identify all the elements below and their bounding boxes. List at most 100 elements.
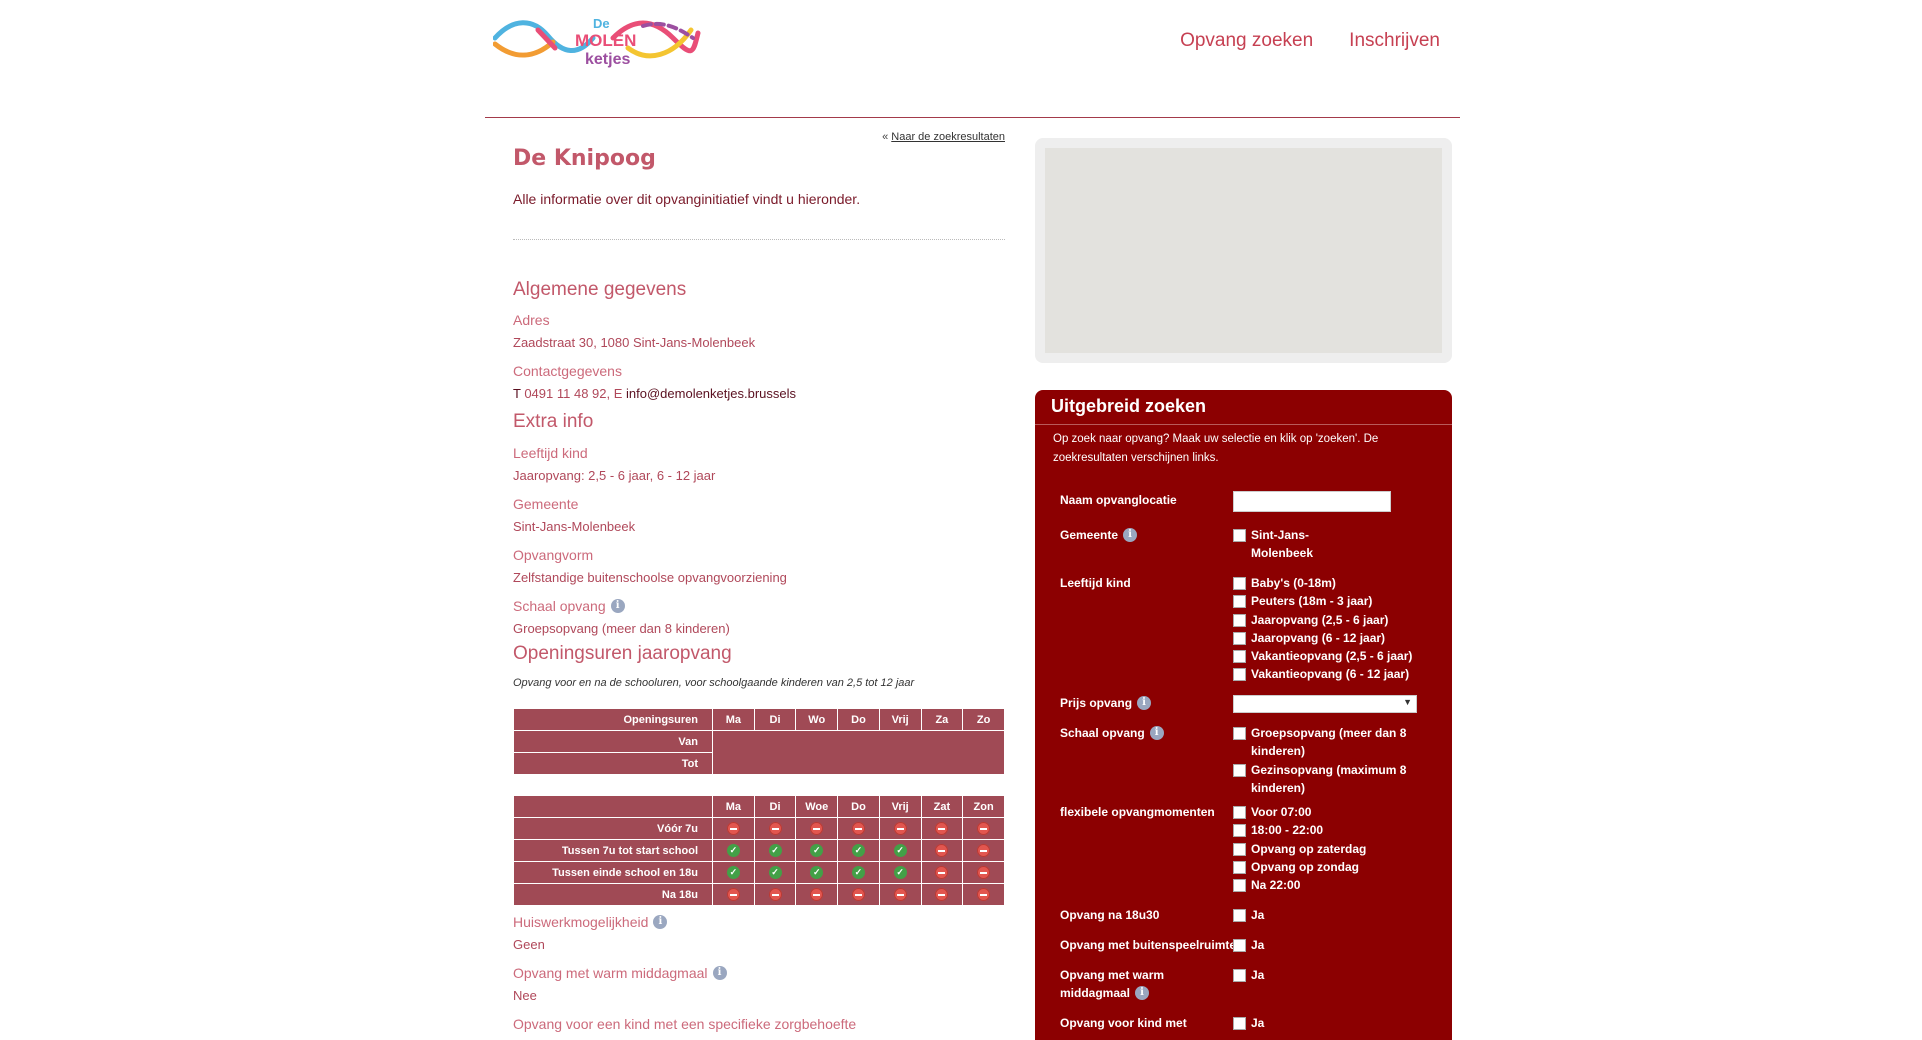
checkbox-warm-middagmaal-ja[interactable]: Ja — [1233, 966, 1264, 984]
status-cell: ✓ — [753, 839, 797, 862]
info-icon[interactable]: i — [1149, 726, 1164, 740]
svg-text:De: De — [593, 16, 610, 31]
checkbox[interactable] — [1233, 969, 1246, 982]
row-label: Tussen einde school en 18u — [513, 861, 713, 884]
label-contactgegevens: Contactgegevens — [513, 363, 622, 379]
checkbox-zondag[interactable]: Opvang op zondag — [1233, 858, 1433, 876]
status-cell — [837, 817, 880, 840]
checkbox[interactable] — [1233, 595, 1246, 609]
checkbox[interactable] — [1233, 1017, 1246, 1030]
info-icon[interactable]: i — [653, 915, 668, 929]
naam-opvanglocatie-input[interactable] — [1233, 491, 1391, 512]
label-zorgbehoefte: Opvang voor een kind met een specifieke … — [513, 1016, 857, 1032]
checkbox[interactable] — [1233, 763, 1246, 777]
checkbox[interactable] — [1233, 824, 1246, 838]
closed-icon — [893, 822, 907, 835]
closed-icon — [768, 888, 782, 901]
checkbox-zaterdag[interactable]: Opvang op zaterdag — [1233, 840, 1433, 858]
table-row: Tussen einde school en 18u ✓ ✓ ✓ ✓ ✓ — [513, 861, 1005, 884]
checkbox-gezinsopvang[interactable]: Gezinsopvang (maximum 8 kinderen) — [1233, 761, 1408, 798]
label-leeftijd-filter: Leeftijd kind — [1060, 576, 1131, 590]
nav-inschrijven[interactable]: Inschrijven — [1349, 30, 1440, 52]
closed-icon — [893, 888, 907, 901]
status-cell — [878, 817, 922, 840]
checkbox-vakantieopvang-2-6[interactable]: Vakantieopvang (2,5 - 6 jaar) — [1233, 647, 1433, 665]
table-row: Vóór 7u — [513, 817, 1005, 840]
info-icon[interactable]: i — [1135, 986, 1150, 1000]
back-to-results-link[interactable]: Naar de zoekresultaten — [891, 131, 1005, 143]
checkbox[interactable] — [1233, 842, 1246, 856]
search-panel-divider — [1035, 424, 1452, 425]
label-warm-middagmaal: Opvang met warm middagmaal i — [1060, 966, 1164, 1002]
contact-email-link[interactable]: info@demolenketjes.brussels — [626, 386, 796, 401]
checkbox-1800-2200[interactable]: 18:00 - 22:00 — [1233, 821, 1433, 839]
checkbox-na-18u30-ja[interactable]: Ja — [1233, 906, 1264, 924]
checkbox[interactable] — [1233, 879, 1246, 893]
closed-icon — [977, 822, 991, 835]
checkbox[interactable] — [1233, 909, 1246, 922]
checkbox-jaaropvang-2-6[interactable]: Jaaropvang (2,5 - 6 jaar) — [1233, 611, 1433, 629]
contact-t-label: T — [513, 386, 521, 401]
info-icon[interactable]: i — [1123, 528, 1138, 542]
svg-text:ketjes: ketjes — [585, 51, 630, 68]
info-icon[interactable]: i — [610, 599, 625, 613]
checkbox[interactable] — [1233, 577, 1246, 590]
checkbox[interactable] — [1233, 631, 1246, 645]
checkbox-gemeente-sint-jans-molenbeek[interactable]: Sint-Jans-Molenbeek — [1233, 526, 1313, 563]
status-cell — [920, 883, 964, 906]
checkbox-voor-0700[interactable]: Voor 07:00 — [1233, 803, 1433, 821]
status-cell — [920, 839, 964, 862]
nav-opvang-zoeken[interactable]: Opvang zoeken — [1180, 30, 1313, 52]
check-icon: ✓ — [851, 866, 865, 879]
molenketjes-logo[interactable]: De MOLEN ketjes — [492, 8, 703, 70]
checkbox-vakantieopvang-6-12[interactable]: Vakantieopvang (6 - 12 jaar) — [1233, 665, 1433, 683]
checkbox-peuters[interactable]: Peuters (18m - 3 jaar) — [1233, 592, 1433, 610]
check-icon: ✓ — [726, 844, 740, 857]
status-cell: ✓ — [795, 839, 839, 862]
checkbox[interactable] — [1233, 727, 1246, 740]
back-link-wrapper: « Naar de zoekresultaten — [882, 131, 1005, 143]
checkbox[interactable] — [1233, 613, 1246, 627]
checkbox[interactable] — [1233, 650, 1246, 664]
closed-icon — [810, 822, 824, 835]
top-navigation: Opvang zoeken Inschrijven — [1180, 30, 1440, 52]
closed-icon — [851, 888, 865, 901]
info-icon[interactable]: i — [1137, 696, 1152, 710]
check-icon: ✓ — [810, 844, 824, 857]
checkbox-groepsopvang[interactable]: Groepsopvang (meer dan 8 kinderen) — [1233, 724, 1408, 761]
checkbox-buitenspeelruimte-ja[interactable]: Ja — [1233, 936, 1264, 954]
map-placeholder[interactable] — [1045, 148, 1442, 353]
checkbox[interactable] — [1233, 529, 1246, 542]
check-icon: ✓ — [768, 866, 782, 879]
closed-icon — [935, 888, 949, 901]
checkbox-zorgbehoefte-ja[interactable]: Ja — [1233, 1014, 1264, 1032]
contact-phone: 0491 11 48 92, E — [520, 386, 627, 401]
info-icon[interactable]: i — [712, 966, 727, 980]
openingsuren-note: Opvang voor en na de schooluren, voor sc… — [513, 677, 915, 689]
day-header: Vrij — [878, 708, 922, 731]
checkbox[interactable] — [1233, 668, 1246, 682]
zorg-checkbox-list: Ja — [1233, 1014, 1264, 1032]
status-cell: ✓ — [712, 839, 755, 862]
checkbox[interactable] — [1233, 806, 1246, 819]
checkbox-jaaropvang-6-12[interactable]: Jaaropvang (6 - 12 jaar) — [1233, 629, 1433, 647]
day-header: Za — [920, 708, 964, 731]
checkbox-na-2200[interactable]: Na 22:00 — [1233, 876, 1433, 894]
day-header: Woe — [795, 795, 839, 818]
check-icon: ✓ — [810, 866, 824, 879]
checkbox[interactable] — [1233, 860, 1246, 874]
day-header: Ma — [712, 708, 755, 731]
status-cell: ✓ — [712, 861, 755, 884]
status-cell — [712, 817, 755, 840]
label-opvang-na-18u30: Opvang na 18u30 — [1060, 908, 1160, 922]
heading-algemene-gegevens: Algemene gegevens — [513, 279, 687, 300]
label-prijs-filter: Prijs opvang i — [1060, 694, 1152, 712]
check-icon: ✓ — [726, 866, 740, 879]
table-row: Na 18u — [513, 883, 1005, 906]
checkbox[interactable] — [1233, 939, 1246, 952]
status-cell — [920, 817, 964, 840]
closed-icon — [977, 866, 991, 879]
checkbox-babys[interactable]: Baby's (0-18m) — [1233, 574, 1433, 592]
prijs-select[interactable] — [1233, 695, 1417, 713]
status-cell: ✓ — [878, 861, 922, 884]
